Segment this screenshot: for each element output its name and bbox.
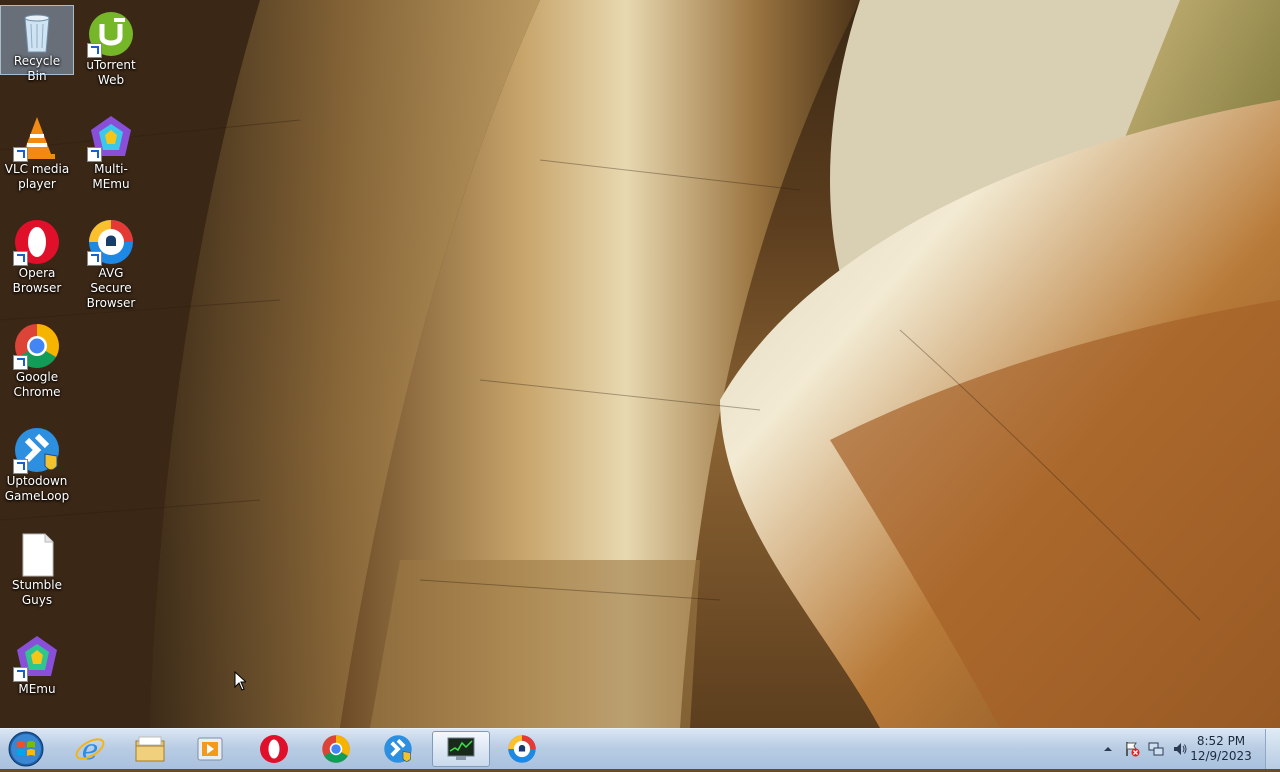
clock-time: 8:52 PM [1196, 734, 1246, 748]
desktop-icon-label: Stumble Guys [12, 578, 62, 607]
shortcut-arrow-icon [13, 355, 28, 370]
shortcut-arrow-icon [13, 251, 28, 266]
opera-icon [13, 218, 61, 266]
clock-date: 12/9/2023 [1190, 749, 1252, 763]
desktop-icon-vlc[interactable]: VLC media player [1, 110, 73, 194]
shortcut-arrow-icon [87, 147, 102, 162]
taskbar-media-player[interactable] [182, 731, 238, 767]
system-tray: 8:52 PM 12/9/2023 [1090, 729, 1280, 769]
gameloop-icon [384, 735, 412, 763]
clock[interactable]: 8:52 PM 12/9/2023 [1186, 734, 1256, 764]
show-hidden-icons-button[interactable] [1100, 741, 1116, 757]
opera-icon [260, 735, 288, 763]
gameloop-icon [13, 426, 61, 474]
task-manager-icon [447, 737, 475, 760]
file-explorer-icon [135, 736, 165, 762]
memu-icon [13, 634, 61, 682]
taskbar-task-manager[interactable] [432, 731, 490, 767]
desktop-icon-label: Opera Browser [12, 266, 62, 295]
media-player-icon [197, 737, 223, 761]
desktop-icon-utorrent[interactable]: uTorrent Web [75, 6, 147, 90]
blank-file-icon [13, 530, 61, 578]
taskbar-internet-explorer[interactable]: e [62, 731, 118, 767]
taskbar-avg-browser[interactable] [494, 731, 550, 767]
chrome-icon [322, 735, 350, 763]
taskbar-chrome[interactable] [308, 731, 364, 767]
shortcut-arrow-icon [13, 667, 28, 682]
desktop-icon-label: VLC media player [4, 162, 70, 191]
shortcut-arrow-icon [13, 147, 28, 162]
desktop-icon-label: Multi-MEmu [92, 162, 130, 191]
vlc-icon [13, 114, 61, 162]
internet-explorer-icon: e [75, 733, 105, 765]
shortcut-arrow-icon [87, 43, 102, 58]
desktop-icon-avg-browser[interactable]: AVG Secure Browser [75, 214, 147, 313]
desktop-icon-label: uTorrent Web [86, 58, 136, 87]
desktop-icon-label: AVG Secure Browser [86, 266, 136, 310]
desktop-icon-memu[interactable]: MEmu [1, 630, 73, 699]
taskbar-gameloop[interactable] [370, 731, 426, 767]
action-center-icon[interactable] [1124, 741, 1140, 757]
avg-browser-icon [87, 218, 135, 266]
chevron-up-icon [1104, 747, 1112, 751]
desktop-wallpaper [0, 0, 1280, 728]
desktop-icon-label: Uptodown GameLoop [4, 474, 70, 503]
show-desktop-button[interactable] [1265, 729, 1280, 769]
utorrent-icon [87, 10, 135, 58]
taskbar: e 8:52 PM 12/9/2023 [0, 728, 1280, 769]
desktop-icon-gameloop[interactable]: Uptodown GameLoop [1, 422, 73, 506]
network-icon[interactable] [1148, 741, 1164, 757]
shortcut-arrow-icon [87, 251, 102, 266]
avg-browser-icon [508, 735, 536, 763]
desktop-icon-multi-memu[interactable]: Multi-MEmu [75, 110, 147, 194]
taskbar-file-explorer[interactable] [122, 731, 178, 767]
desktop-icon-chrome[interactable]: Google Chrome [1, 318, 73, 402]
desktop-icon-label: MEmu [18, 682, 56, 696]
desktop-icon-label: Google Chrome [13, 370, 61, 399]
mouse-cursor-icon [234, 671, 246, 691]
taskbar-opera[interactable] [246, 731, 302, 767]
start-button[interactable] [6, 730, 46, 768]
desktop-icon-label: Recycle Bin [13, 54, 61, 83]
desktop-icon-opera[interactable]: Opera Browser [1, 214, 73, 298]
multi-memu-icon [87, 114, 135, 162]
desktop-icon-stumble-guys[interactable]: Stumble Guys [1, 526, 73, 610]
desktop-icon-recycle-bin[interactable]: Recycle Bin [0, 5, 74, 83]
recycle-bin-icon [13, 10, 61, 54]
shortcut-arrow-icon [13, 459, 28, 474]
chrome-icon [13, 322, 61, 370]
svg-text:e: e [82, 733, 99, 765]
